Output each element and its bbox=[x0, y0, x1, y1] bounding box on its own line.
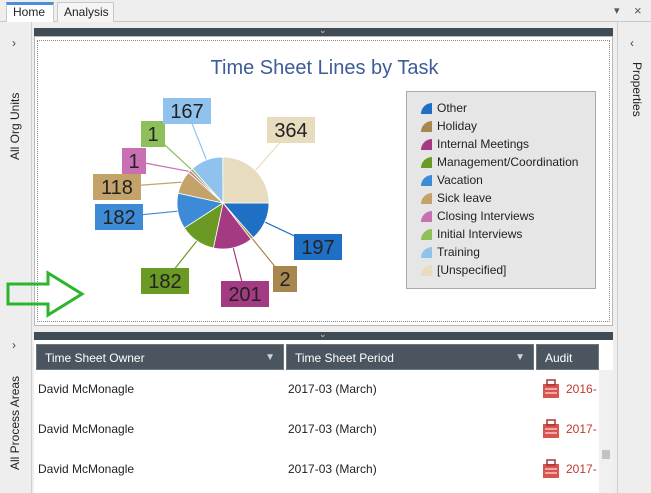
pie-slices bbox=[176, 156, 270, 250]
legend-label: Other bbox=[437, 101, 468, 115]
vertical-scrollbar[interactable] bbox=[599, 370, 613, 493]
collapse-chevron-icon[interactable]: ⌄ bbox=[319, 25, 327, 36]
legend-label: [Unspecified] bbox=[437, 263, 507, 277]
data-label: 182 bbox=[148, 271, 181, 293]
legend-swatch bbox=[421, 139, 432, 150]
legend-label: Training bbox=[437, 245, 480, 259]
legend-item[interactable]: [Unspecified] bbox=[421, 262, 595, 280]
chart-panel: Time Sheet Lines by Task 197 2 201 182 182 11… bbox=[34, 36, 613, 326]
audit-cell[interactable]: 2017- bbox=[540, 458, 600, 480]
legend-item[interactable]: Internal Meetings bbox=[421, 136, 595, 154]
table-row[interactable]: David McMonagle 2017-03 (March) 2017- bbox=[34, 414, 599, 454]
table-row[interactable]: David McMonagle 2017-03 (March) 2016- bbox=[34, 374, 599, 414]
column-header-period[interactable]: Time Sheet Period ▼ bbox=[286, 344, 534, 370]
legend-label: Internal Meetings bbox=[437, 137, 530, 151]
chart-legend: Other Holiday Internal Meetings Management/… bbox=[406, 91, 596, 289]
audit-date[interactable]: 2017- bbox=[566, 462, 597, 476]
tab-analysis[interactable]: Analysis bbox=[57, 2, 114, 22]
data-label: 197 bbox=[301, 237, 334, 259]
close-icon[interactable]: × bbox=[634, 3, 642, 18]
owner-cell: David McMonagle bbox=[38, 422, 135, 436]
legend-item[interactable]: Closing Interviews bbox=[421, 208, 595, 226]
data-label: 1 bbox=[128, 151, 139, 173]
column-header-owner[interactable]: Time Sheet Owner ▼ bbox=[36, 344, 284, 370]
data-label: 364 bbox=[274, 120, 307, 142]
period-cell: 2017-03 (March) bbox=[288, 382, 377, 396]
legend-item[interactable]: Initial Interviews bbox=[421, 226, 595, 244]
owner-cell: David McMonagle bbox=[38, 462, 135, 476]
legend-swatch bbox=[421, 193, 432, 204]
legend-swatch bbox=[421, 103, 432, 114]
tab-strip: Home Analysis ▾ × bbox=[0, 0, 651, 22]
legend-item[interactable]: Other bbox=[421, 100, 595, 118]
filter-icon[interactable]: ▼ bbox=[515, 345, 525, 371]
app-window: Home Analysis ▾ × › All Org Units › All … bbox=[0, 0, 651, 493]
legend-label: Vacation bbox=[437, 173, 483, 187]
report-icon bbox=[543, 419, 559, 438]
column-header-label: Time Sheet Period bbox=[295, 351, 394, 365]
legend-label: Sick leave bbox=[437, 191, 492, 205]
expand-chevron-icon[interactable]: › bbox=[12, 36, 16, 50]
legend-item[interactable]: Vacation bbox=[421, 172, 595, 190]
expand-chevron-icon[interactable]: ‹ bbox=[630, 36, 634, 50]
table-panel-splitter[interactable]: ⌄ bbox=[34, 329, 613, 340]
legend-swatch bbox=[421, 211, 432, 222]
tab-home[interactable]: Home bbox=[6, 2, 54, 22]
legend-swatch bbox=[421, 157, 432, 168]
owner-cell: David McMonagle bbox=[38, 382, 135, 396]
legend-swatch bbox=[421, 247, 432, 258]
properties-rail[interactable]: ‹ Properties bbox=[617, 22, 651, 493]
legend-label: Holiday bbox=[437, 119, 478, 133]
report-icon bbox=[543, 379, 559, 398]
data-label: 201 bbox=[228, 284, 261, 306]
properties-label[interactable]: Properties bbox=[630, 62, 644, 117]
time-sheet-grid: Time Sheet Owner ▼ Time Sheet Period ▼ A… bbox=[34, 340, 613, 493]
process-areas-label[interactable]: All Process Areas bbox=[8, 376, 22, 470]
period-cell: 2017-03 (March) bbox=[288, 422, 377, 436]
collapse-chevron-icon[interactable]: ⌄ bbox=[319, 329, 327, 340]
audit-date[interactable]: 2017- bbox=[566, 422, 597, 436]
legend-swatch bbox=[421, 265, 432, 276]
process-areas-rail[interactable]: › All Process Areas bbox=[0, 330, 32, 493]
data-label: 182 bbox=[102, 207, 135, 229]
data-label: 2 bbox=[279, 269, 290, 291]
green-arrow-icon bbox=[6, 270, 85, 318]
legend-swatch bbox=[421, 175, 432, 186]
legend-item[interactable]: Management/Coordination bbox=[421, 154, 595, 172]
legend-label: Initial Interviews bbox=[437, 227, 523, 241]
tab-dropdown-icon[interactable]: ▾ bbox=[614, 4, 620, 17]
chart-panel-splitter[interactable]: ⌄ bbox=[34, 25, 613, 36]
column-header-label: Time Sheet Owner bbox=[45, 351, 145, 365]
report-icon bbox=[543, 459, 559, 478]
legend-label: Management/Coordination bbox=[437, 155, 579, 169]
table-row[interactable]: David McMonagle 2017-03 (March) 2017- bbox=[34, 454, 599, 493]
org-units-label[interactable]: All Org Units bbox=[8, 93, 22, 160]
legend-swatch bbox=[421, 229, 432, 240]
legend-item[interactable]: Training bbox=[421, 244, 595, 262]
pie-slice[interactable] bbox=[222, 156, 270, 204]
column-header-audit[interactable]: Audit bbox=[536, 344, 599, 370]
legend-label: Closing Interviews bbox=[437, 209, 535, 223]
scrollbar-thumb[interactable] bbox=[602, 450, 610, 459]
data-label: 1 bbox=[147, 124, 158, 146]
period-cell: 2017-03 (March) bbox=[288, 462, 377, 476]
legend-item[interactable]: Holiday bbox=[421, 118, 595, 136]
expand-chevron-icon[interactable]: › bbox=[12, 338, 16, 352]
audit-cell[interactable]: 2017- bbox=[540, 418, 600, 440]
filter-icon[interactable]: ▼ bbox=[265, 345, 275, 371]
column-header-label: Audit bbox=[545, 351, 573, 365]
data-label: 167 bbox=[170, 101, 203, 123]
audit-date[interactable]: 2016- bbox=[566, 382, 597, 396]
legend-item[interactable]: Sick leave bbox=[421, 190, 595, 208]
legend-swatch bbox=[421, 121, 432, 132]
audit-cell[interactable]: 2016- bbox=[540, 378, 600, 400]
data-label: 118 bbox=[101, 177, 133, 199]
